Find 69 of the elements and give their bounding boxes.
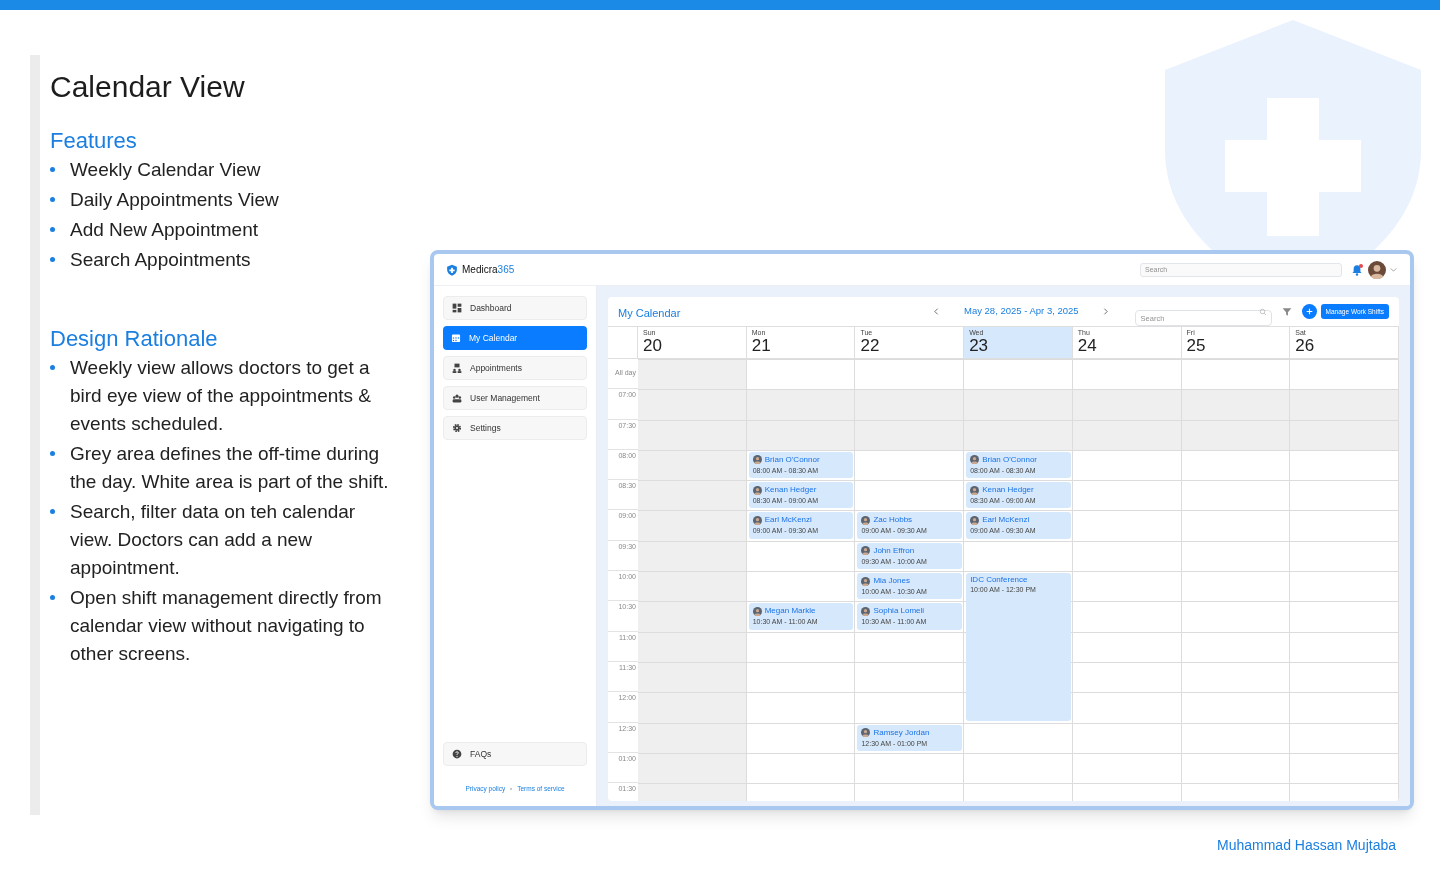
- dashboard-icon: [452, 303, 462, 313]
- notification-bell-icon: [1351, 263, 1363, 276]
- settings-icon: [452, 423, 462, 433]
- add-button[interactable]: [1301, 304, 1317, 319]
- search-icon: [1258, 307, 1267, 316]
- avatar-icon: [861, 606, 871, 616]
- patient-name: Zac Hobbs: [873, 515, 913, 526]
- filter-icon: [1281, 306, 1292, 317]
- calendar-icon: [451, 333, 461, 343]
- avatar-icon: [861, 546, 871, 556]
- avatar-icon: [861, 728, 871, 738]
- avatar-icon: [861, 516, 871, 525]
- patient-name: Brian O'Connor: [764, 454, 820, 465]
- avatar-icon: [752, 455, 762, 465]
- bullet-text: Open shift management directly from calendar view without navigating to other screens.: [70, 586, 383, 666]
- author-name: Muhammad Hassan Mujtaba: [1217, 837, 1396, 853]
- avatar-icon: [861, 576, 871, 586]
- sidebar-item[interactable]: My Calendar: [443, 326, 587, 350]
- sidebar-item[interactable]: User Management: [443, 386, 587, 410]
- date-number: 20: [643, 337, 663, 355]
- section-heading: Design Rationale: [50, 325, 219, 353]
- users-icon: [452, 393, 462, 403]
- bullet-text: Weekly Calendar View: [70, 158, 262, 182]
- bullet-text: Daily Appointments View: [70, 188, 280, 212]
- patient-name: Megan Markle: [764, 606, 816, 617]
- shield-logo-icon: [446, 263, 458, 276]
- sidebar-item[interactable]: Settings: [443, 416, 587, 440]
- patient-name: Ramsey Jordan: [873, 727, 930, 738]
- plus-icon: [1304, 307, 1314, 316]
- avatar-icon: [970, 516, 980, 525]
- sidebar-item[interactable]: Appointments: [443, 356, 587, 380]
- slide-title: Calendar View: [50, 69, 246, 105]
- bullet-text: Weekly view allows doctors to get a bird eye view of the appointments & events scheduled.: [70, 356, 372, 436]
- help-icon: [452, 749, 462, 760]
- brand-name: Medicra365: [462, 263, 515, 277]
- avatar-icon: [970, 455, 980, 465]
- people-chart-icon: [452, 363, 462, 373]
- date-number: 24: [1077, 337, 1098, 355]
- patient-name: John Effron: [873, 545, 915, 556]
- bullet-text: Search, filter data on teh calendar view. Doctors can add a new appointment.: [70, 500, 357, 580]
- section-heading: Features: [50, 127, 138, 155]
- calendar-title: My Calendar: [618, 305, 681, 321]
- avatar-icon: [752, 485, 762, 495]
- bullet-text: Grey area defines the off-time during the day. White area is part of the shift.: [70, 442, 390, 494]
- patient-name: Kenan Hedger: [764, 485, 817, 496]
- patient-name: Mia Jones: [873, 576, 910, 587]
- bullet-text: Search Appointments: [70, 248, 252, 272]
- event-title: IDC Conference: [970, 575, 1028, 586]
- date-range: May 28, 2025 - Apr 3, 2025: [964, 304, 1079, 319]
- chevron-down-icon: [1389, 265, 1398, 274]
- date-number: 25: [1186, 337, 1207, 355]
- date-number: 21: [751, 337, 772, 355]
- avatar-icon: [1368, 260, 1386, 279]
- avatar-icon: [752, 606, 762, 616]
- bullet-text: Add New Appointment: [70, 218, 259, 242]
- avatar-icon: [752, 516, 762, 525]
- patient-name: Earl McKenzi: [982, 515, 1030, 526]
- chevron-right-icon: [1101, 307, 1111, 316]
- sidebar-item[interactable]: FAQs: [443, 742, 587, 767]
- patient-name: Kenan Hedger: [982, 485, 1034, 496]
- patient-name: Sophia Lomeli: [873, 606, 925, 617]
- patient-name: Earl McKenzi: [764, 515, 812, 526]
- avatar-icon: [970, 485, 980, 495]
- date-number: 26: [1295, 337, 1316, 355]
- patient-name: Brian O'Connor: [982, 454, 1038, 465]
- date-number: 23: [969, 337, 990, 355]
- sidebar-item[interactable]: Dashboard: [443, 296, 587, 320]
- filter-button[interactable]: [1281, 306, 1292, 317]
- date-number: 22: [860, 337, 881, 355]
